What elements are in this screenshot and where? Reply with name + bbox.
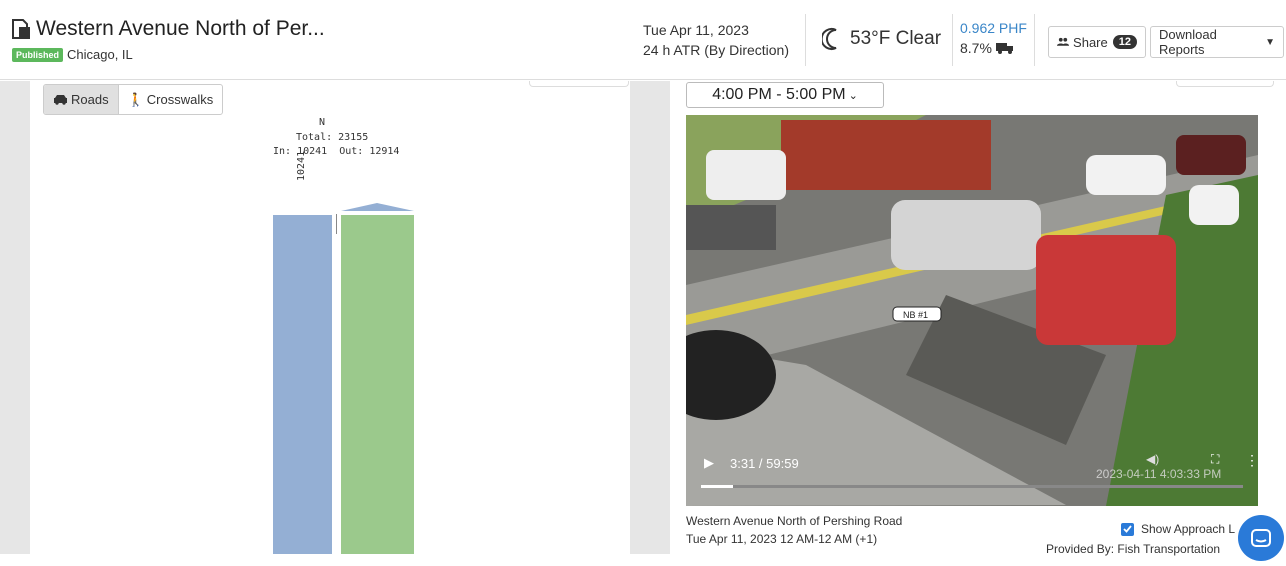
- truck-icon: [995, 43, 1013, 54]
- location-text: Chicago, IL: [67, 47, 133, 62]
- video-date-range: Tue Apr 11, 2023 12 AM-12 AM (+1): [686, 532, 878, 546]
- title-row: Western Avenue North of Per...: [10, 17, 325, 41]
- count-date: Tue Apr 11, 2023: [643, 22, 749, 38]
- divider: [805, 14, 806, 66]
- header: Western Avenue North of Per... Published…: [0, 0, 1286, 80]
- truck-pct: 8.7%: [960, 40, 992, 56]
- weather-text: 53°F Clear: [850, 28, 942, 49]
- download-label: Download Reports: [1159, 27, 1217, 57]
- in-out-label: In: 10241 Out: 12914: [273, 146, 400, 157]
- status-badge: Published: [12, 47, 64, 62]
- page-title: Western Avenue North of Per...: [36, 17, 325, 40]
- video-timestamp: 2023-04-11 4:03:33 PM: [1096, 467, 1222, 481]
- users-icon: [1057, 37, 1070, 46]
- play-icon[interactable]: ▶: [704, 455, 714, 471]
- total-label: Total: 23155: [296, 132, 369, 143]
- moon-icon: [822, 28, 837, 50]
- tab-crosswalks-label: Crosswalks: [146, 92, 214, 107]
- chevron-down-icon: ⌄: [848, 89, 858, 102]
- video-progress-track[interactable]: [701, 485, 1243, 488]
- video-player[interactable]: NB #1 ▶ 3:31 / 59:59 ◀) ⛶ ⋮ 2023-04-11 4…: [686, 115, 1258, 506]
- view-toggle: Roads 🚶 Crosswalks: [43, 84, 224, 115]
- phf-block: 0.962 PHF 8.7%: [960, 18, 1027, 58]
- tab-roads[interactable]: Roads: [44, 85, 119, 114]
- car-icon: [54, 95, 67, 105]
- volume-icon[interactable]: ◀): [1146, 452, 1159, 466]
- checkmark-icon: [1123, 525, 1132, 533]
- phf-value: 0.962 PHF: [960, 20, 1027, 36]
- video-location: Western Avenue North of Pershing Road: [686, 514, 903, 528]
- time-range-select[interactable]: 4:00 PM - 5:00 PM ⌄: [686, 82, 884, 108]
- panel-gutter: [640, 81, 670, 554]
- bar-divider: [336, 214, 337, 234]
- date-block: Tue Apr 11, 2023 24 h ATR (By Direction): [643, 20, 789, 60]
- chat-launcher-button[interactable]: [1238, 515, 1284, 561]
- pedestrian-icon: 🚶: [127, 91, 144, 107]
- video-overlay-label: NB #1: [903, 310, 928, 320]
- subtitle-row: Published Chicago, IL: [12, 47, 133, 62]
- video-progress-fill: [701, 485, 733, 488]
- share-label: Share: [1073, 34, 1108, 50]
- divider: [1034, 14, 1035, 66]
- share-count-badge: 12: [1112, 35, 1137, 49]
- divider: [952, 14, 953, 66]
- video-time: 3:31 / 59:59: [730, 456, 799, 471]
- more-options-icon[interactable]: ⋮: [1245, 452, 1258, 469]
- tab-roads-label: Roads: [71, 92, 109, 107]
- tab-crosswalks[interactable]: 🚶 Crosswalks: [119, 85, 223, 114]
- in-volume-label: 10241: [296, 150, 307, 181]
- weather: 53°F Clear: [822, 27, 941, 51]
- fullscreen-icon[interactable]: ⛶: [1211, 452, 1219, 467]
- show-approach-label: Show Approach L: [1141, 522, 1236, 536]
- time-range-value: 4:00 PM - 5:00 PM: [712, 86, 846, 103]
- document-icon: [12, 19, 30, 39]
- report-type: 24 h ATR (By Direction): [643, 42, 790, 58]
- video-info: Western Avenue North of Pershing Road Tu…: [686, 512, 902, 548]
- right-options-box: [1176, 81, 1274, 87]
- left-options-box: [529, 81, 629, 87]
- traffic-camera-frame: NB #1: [686, 115, 1258, 506]
- truck-pct-row: 8.7%: [960, 38, 1027, 58]
- chat-icon: [1251, 529, 1271, 547]
- share-button[interactable]: Share 12: [1048, 26, 1146, 58]
- caret-down-icon: ▼: [1265, 36, 1275, 48]
- inbound-volume-bar: [273, 215, 332, 554]
- direction-label: N: [319, 117, 326, 128]
- outbound-arrow-icon: [341, 203, 414, 211]
- download-reports-button[interactable]: Download Reports ▼: [1150, 26, 1284, 58]
- show-approach-toggle[interactable]: Show Approach L: [1121, 522, 1235, 536]
- outbound-volume-bar: [341, 215, 414, 554]
- approach-checkbox[interactable]: [1121, 522, 1134, 536]
